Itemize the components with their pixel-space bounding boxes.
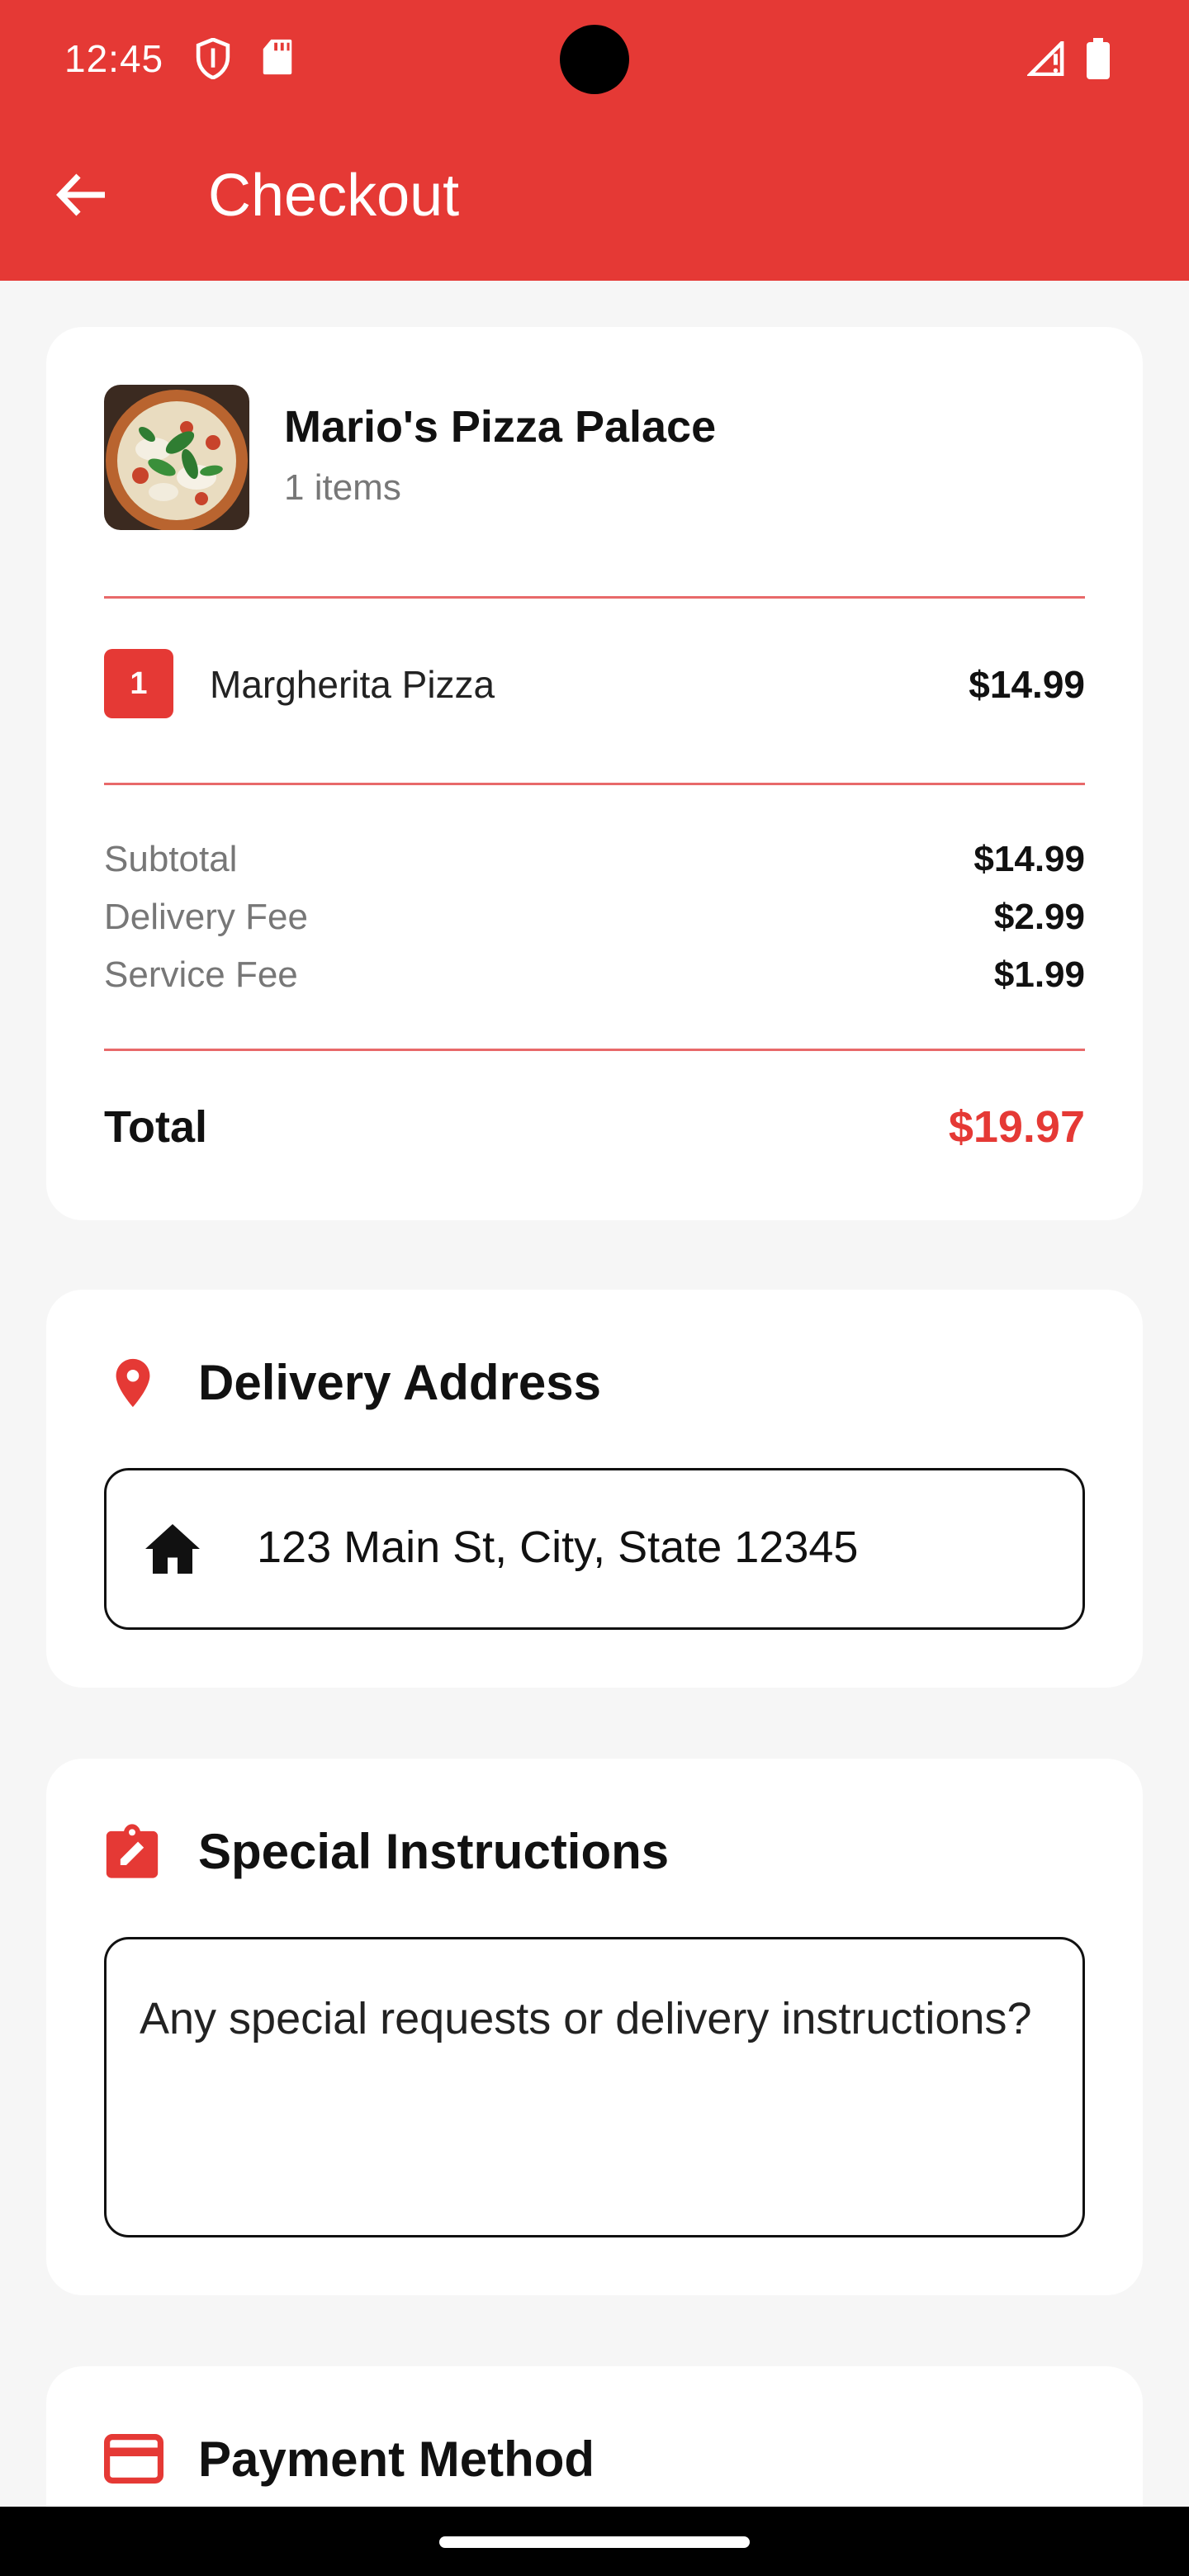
arrow-back-icon [55,173,107,221]
subtotal-value: $14.99 [973,839,1085,879]
special-instructions-card: Special Instructions [46,1759,1143,2295]
address-field[interactable]: 123 Main St, City, State 12345 [104,1468,1085,1630]
divider [104,783,1085,785]
item-price: $14.99 [969,663,1085,706]
delivery-address-card: Delivery Address 123 Main St, City, Stat… [46,1290,1143,1688]
item-name: Margherita Pizza [210,663,495,706]
divider [104,596,1085,599]
section-title: Special Instructions [198,1824,670,1879]
system-nav-bar [0,2507,1189,2576]
camera-cutout [560,25,629,94]
shield-icon [195,37,231,83]
battery-icon [1087,38,1110,83]
order-summary-card: Mario's Pizza Palace 1 items 1 Margherit… [46,327,1143,1220]
restaurant-image [104,385,249,530]
subtotal-label: Subtotal [104,839,238,879]
item-count: 1 items [284,467,401,508]
address-text: 123 Main St, City, State 12345 [257,1522,859,1572]
signal-icon [1026,38,1065,80]
divider [104,1049,1085,1051]
restaurant-name: Mario's Pizza Palace [284,402,717,452]
app-bar: 12:45 Checkout [0,0,1189,281]
delivery-fee-value: $2.99 [993,897,1085,937]
home-icon [143,1522,202,1580]
back-button[interactable] [41,157,121,236]
total-label: Total [104,1102,207,1152]
total-value: $19.97 [948,1102,1085,1152]
checkout-screen: 12:45 Checkout Mario's Pizza Palace 1 it… [0,0,1189,2576]
clipboard-edit-icon [104,1821,160,1885]
section-title: Delivery Address [198,1355,602,1410]
section-title: Payment Method [198,2432,595,2487]
quantity-badge: 1 [104,649,173,718]
service-fee-label: Service Fee [104,954,298,995]
service-fee-value: $1.99 [993,954,1085,995]
page-title: Checkout [208,163,460,229]
gesture-handle[interactable] [439,2536,750,2548]
location-pin-icon [104,1352,162,1418]
instructions-input[interactable] [104,1937,1085,2237]
credit-card-icon [104,2434,164,2488]
sd-card-icon [261,38,294,80]
status-time: 12:45 [64,37,164,80]
delivery-fee-label: Delivery Fee [104,897,308,937]
